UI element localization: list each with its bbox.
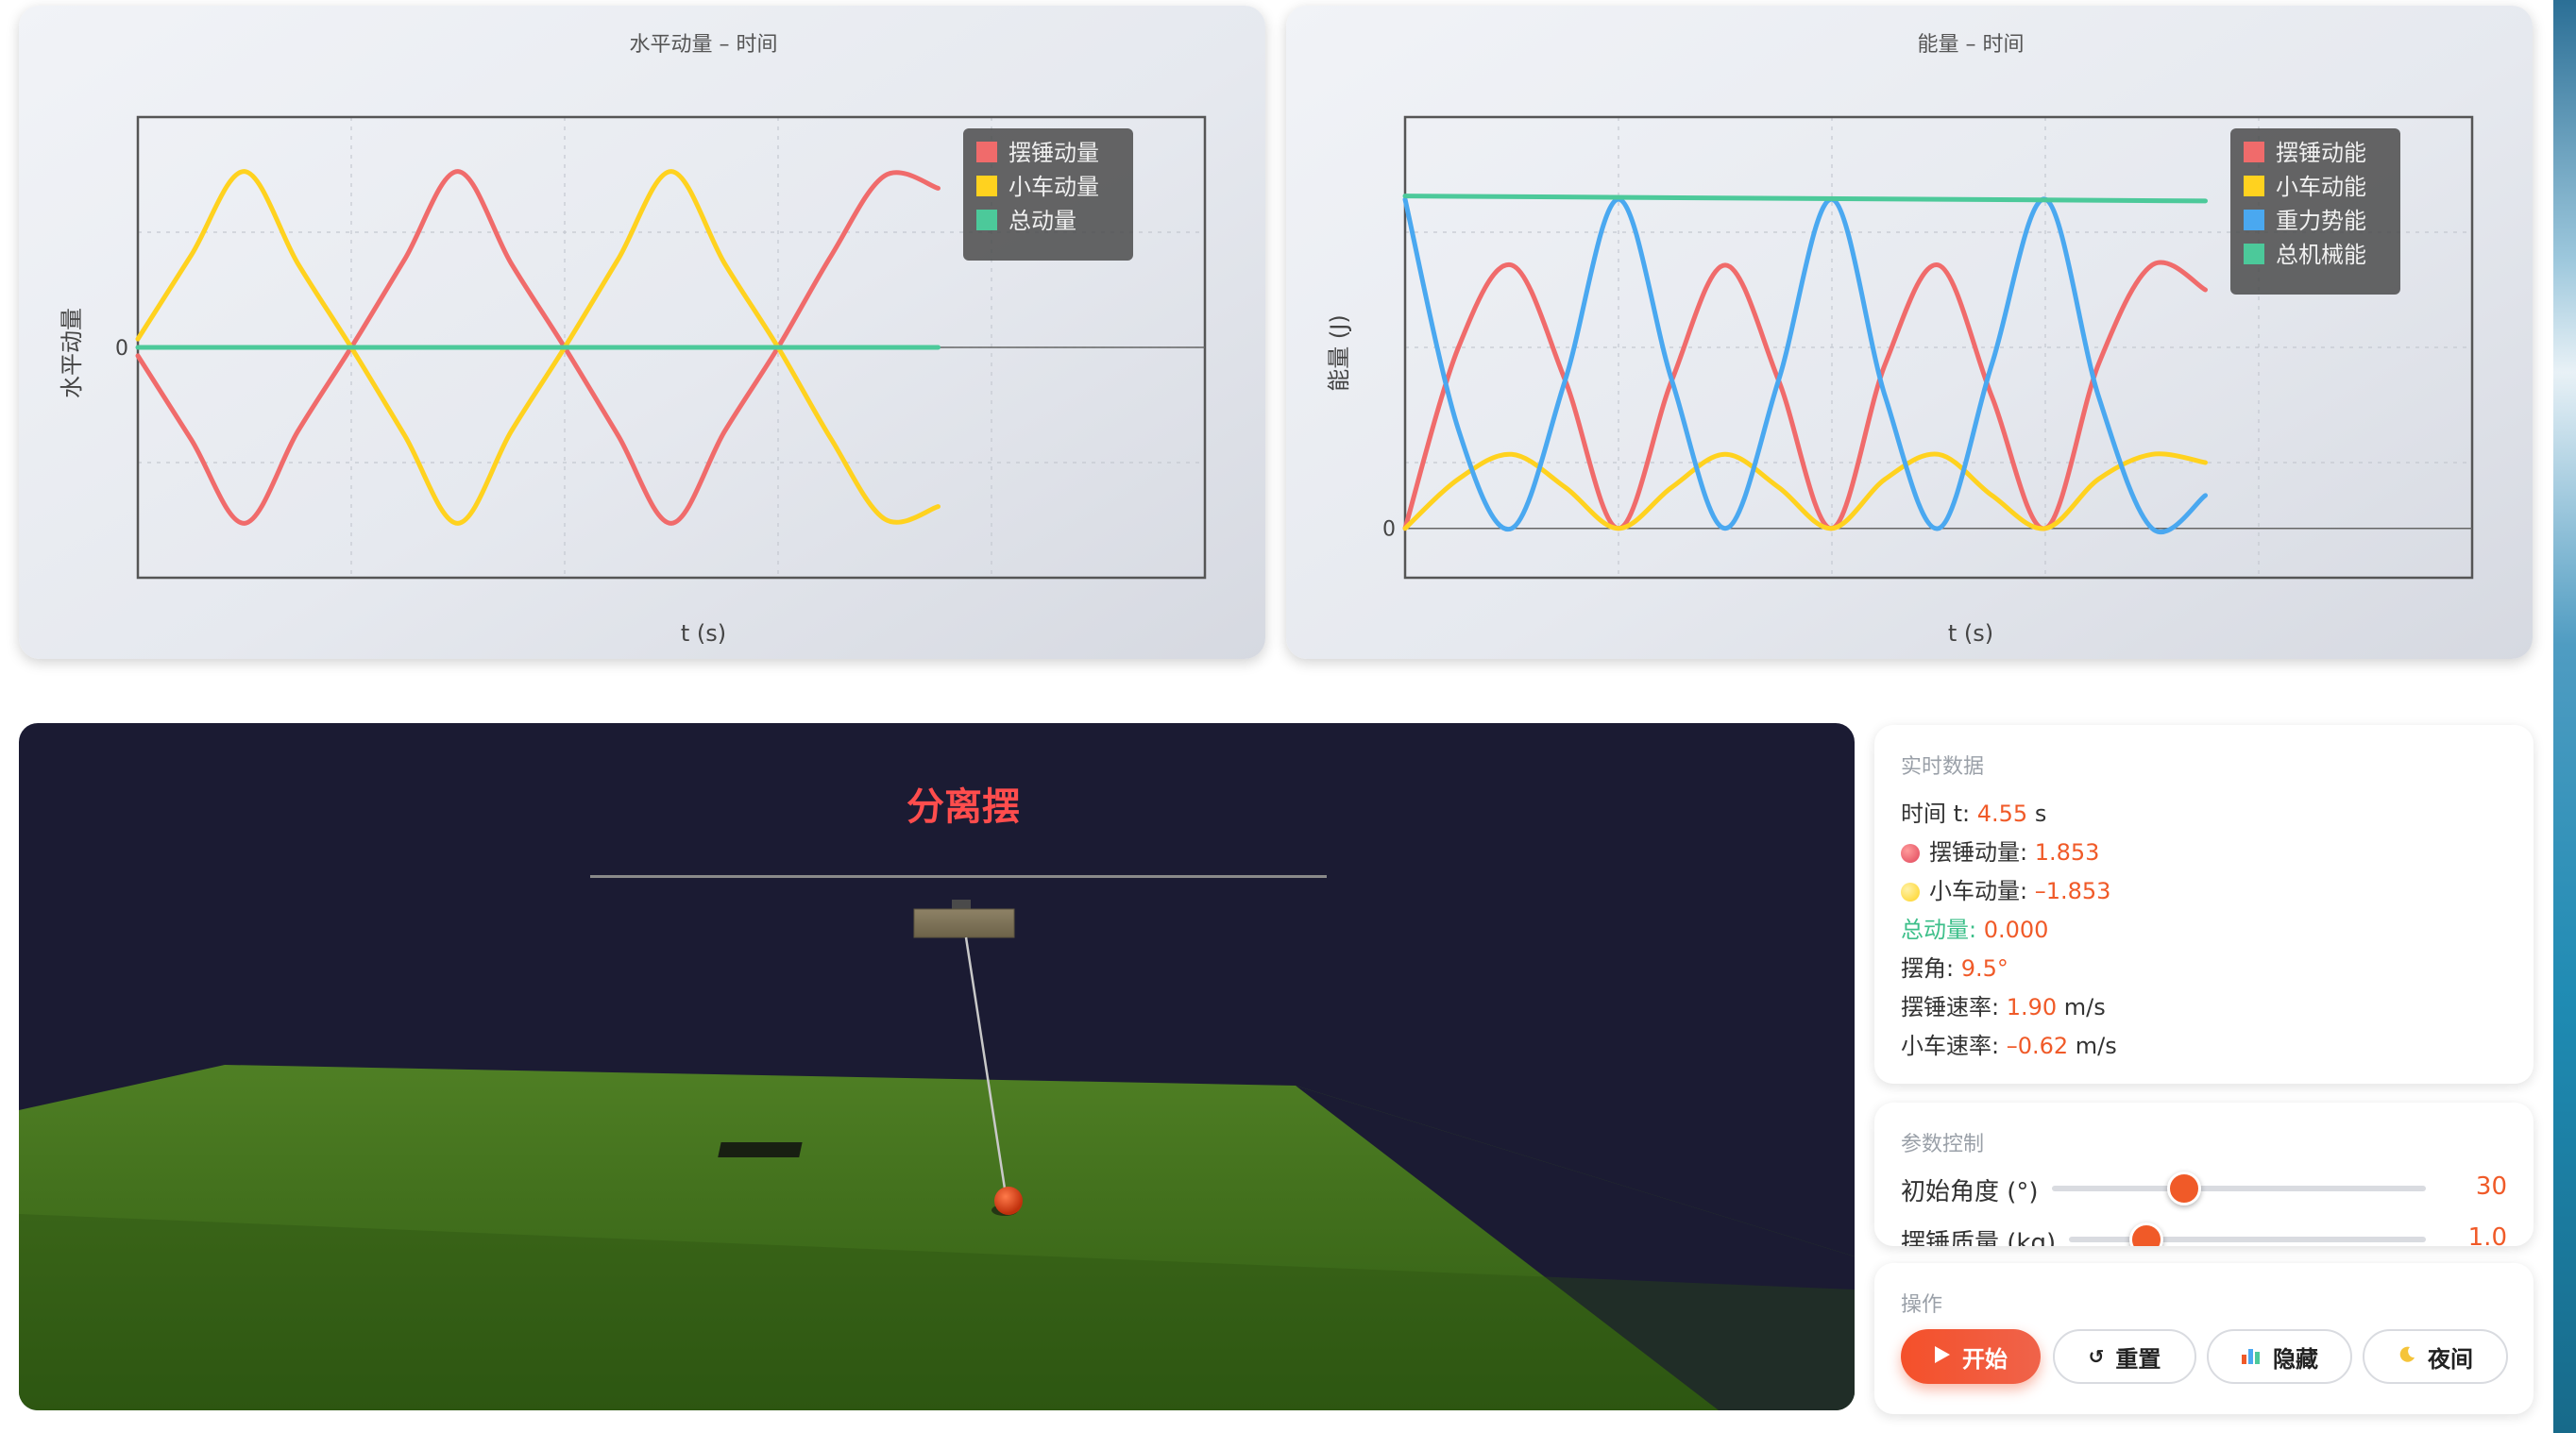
legend-swatch	[2244, 244, 2264, 264]
legend-label: 总动量	[1008, 208, 1076, 234]
scene-title: 分离摆	[907, 785, 1020, 829]
momentum-chart-card: 水平动量 – 时间 t (s) 水平动量 0 摆锤动量小车动量总动量	[19, 6, 1265, 659]
chart-title: 能量 – 时间	[1918, 33, 2025, 57]
actions-panel-title: 操作	[1901, 1293, 1943, 1317]
simulation-scene[interactable]: 分离摆	[19, 723, 1855, 1410]
red-dot-icon	[1901, 844, 1920, 863]
bob-mass-label: 摆锤质量 (kg)	[1901, 1229, 2057, 1246]
initial-angle-label: 初始角度 (°)	[1901, 1178, 2039, 1206]
rail-track	[590, 875, 1327, 878]
bob-momentum-label: 摆锤动量:	[1929, 839, 2035, 866]
app-window: 水平动量 – 时间 t (s) 水平动量 0 摆锤动量小车动量总动量 能量 – 时间 t …	[0, 0, 2553, 1433]
bob-speed-value: 1.90	[2006, 994, 2058, 1020]
y-tick-label: 0	[115, 337, 128, 361]
moon-icon	[2398, 1345, 2416, 1369]
yellow-dot-icon	[1901, 883, 1920, 902]
time-label: 时间 t:	[1901, 801, 1977, 827]
cart-momentum-value: –1.853	[2034, 878, 2111, 904]
angle-label: 摆角:	[1901, 955, 1961, 982]
param-control-panel: 参数控制 初始角度 (°) 30 摆锤质量 (kg) 1.0	[1874, 1103, 2534, 1246]
time-value: 4.55	[1976, 801, 2028, 827]
x-axis-label: t (s)	[1948, 620, 1993, 647]
reset-button-label: 重置	[2115, 1345, 2161, 1373]
param-panel-title: 参数控制	[1901, 1133, 1985, 1156]
legend-label: 小车动量	[1008, 174, 1099, 200]
y-axis-label: 水平动量	[59, 308, 85, 398]
cart-speed-unit: m/s	[2068, 1033, 2117, 1059]
legend-swatch	[976, 176, 997, 196]
scene-canvas[interactable]: 分离摆	[19, 723, 1855, 1410]
night-mode-button-label: 夜间	[2428, 1345, 2473, 1373]
cart-speed-value: –0.62	[2006, 1033, 2069, 1059]
legend-swatch	[2244, 176, 2264, 196]
y-tick-label: 0	[1382, 518, 1396, 542]
legend-label: 重力势能	[2276, 208, 2366, 234]
bob-mass-value: 1.0	[2467, 1223, 2507, 1246]
angle-value: 9.5°	[1960, 955, 2008, 982]
series-line	[1402, 196, 2208, 534]
legend-label: 摆锤动量	[1008, 140, 1099, 166]
bob-mass-slider[interactable]	[2069, 1237, 2426, 1242]
cart-shadow	[718, 1142, 803, 1157]
legend-label: 摆锤动能	[2276, 140, 2366, 166]
angle-row: 摆角: 9.5°	[1901, 950, 2008, 983]
reset-button[interactable]: ↺ 重置	[2053, 1329, 2196, 1384]
energy-chart-card: 能量 – 时间 t (s) 能量 (J) 0 摆锤动能小车动能重力势能总机械能	[1286, 6, 2533, 659]
start-button-label: 开始	[1962, 1345, 2008, 1373]
night-mode-button[interactable]: 夜间	[2363, 1329, 2508, 1384]
bob-momentum-value: 1.853	[2034, 839, 2100, 866]
chart-title: 水平动量 – 时间	[630, 33, 778, 57]
legend-swatch	[2244, 210, 2264, 230]
initial-angle-value: 30	[2475, 1172, 2507, 1201]
energy-chart: 能量 – 时间 t (s) 能量 (J) 0 摆锤动能小车动能重力势能总机械能	[1326, 33, 2474, 647]
cart-speed-row: 小车速率: –0.62 m/s	[1901, 1027, 2117, 1060]
legend-swatch	[2244, 142, 2264, 162]
time-row: 时间 t: 4.55 s	[1901, 795, 2046, 828]
bob-momentum-row: 摆锤动量: 1.853	[1901, 834, 2099, 867]
initial-angle-slider-thumb[interactable]	[2167, 1172, 2201, 1205]
initial-angle-slider-row: 初始角度 (°) 30	[1901, 1169, 2507, 1206]
momentum-chart: 水平动量 – 时间 t (s) 水平动量 0 摆锤动量小车动量总动量	[59, 33, 1207, 647]
legend-swatch	[976, 210, 997, 230]
legend-label: 总机械能	[2276, 242, 2366, 268]
pendulum-bob[interactable]	[994, 1187, 1023, 1215]
bob-speed-row: 摆锤速率: 1.90 m/s	[1901, 988, 2106, 1021]
realtime-data-panel: 实时数据 时间 t: 4.55 s 摆锤动量: 1.853 小车动量: –1.8…	[1874, 725, 2534, 1084]
hide-charts-button[interactable]: 隐藏	[2207, 1329, 2352, 1384]
bob-mass-slider-thumb[interactable]	[2129, 1222, 2163, 1246]
cart-body	[913, 908, 1015, 938]
cart-speed-label: 小车速率:	[1901, 1033, 2007, 1059]
bar-chart-icon	[2241, 1345, 2262, 1369]
y-axis-label: 能量 (J)	[1326, 314, 1352, 391]
chart-legend: 摆锤动能小车动能重力势能总机械能	[2230, 128, 2400, 295]
total-momentum-row: 总动量: 0.000	[1901, 911, 2048, 944]
rotate-icon: ↺	[2088, 1345, 2105, 1368]
desktop-background-edge	[2553, 0, 2576, 1433]
x-axis-label: t (s)	[681, 620, 726, 647]
bob-speed-unit: m/s	[2057, 994, 2106, 1020]
realtime-panel-title: 实时数据	[1901, 755, 1985, 779]
legend-label: 小车动能	[2276, 174, 2366, 200]
bob-speed-label: 摆锤速率:	[1901, 994, 2007, 1020]
total-momentum-label: 总动量:	[1901, 917, 1984, 943]
chart-legend: 摆锤动量小车动量总动量	[963, 128, 1133, 261]
total-momentum-value: 0.000	[1983, 917, 2049, 943]
bob-mass-slider-row: 摆锤质量 (kg) 1.0	[1901, 1220, 2507, 1246]
play-icon	[1934, 1345, 1951, 1369]
hide-charts-button-label: 隐藏	[2273, 1345, 2318, 1373]
time-unit: s	[2027, 801, 2047, 827]
initial-angle-slider[interactable]	[2052, 1186, 2426, 1191]
start-button[interactable]: 开始	[1901, 1329, 2041, 1384]
cart-momentum-row: 小车动量: –1.853	[1901, 872, 2110, 905]
legend-swatch	[976, 142, 997, 162]
series-line	[1402, 194, 2208, 204]
cart-momentum-label: 小车动量:	[1929, 878, 2035, 904]
